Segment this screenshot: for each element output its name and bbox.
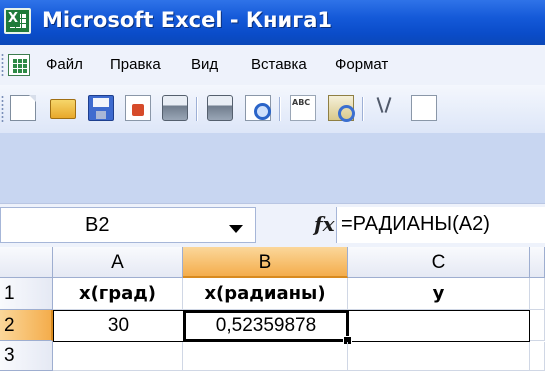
new-icon[interactable] [10, 95, 36, 121]
window-title: Microsoft Excel - Книга1 [42, 8, 333, 32]
menu-view[interactable]: Вид [191, 56, 218, 73]
name-box[interactable]: B2 [0, 207, 256, 243]
menubar-grip[interactable] [1, 53, 4, 77]
fx-icon[interactable]: fx [314, 212, 335, 236]
column-header-b[interactable]: B [183, 247, 348, 278]
cell-b1[interactable]: x(радианы) [183, 278, 348, 310]
chevron-down-icon[interactable] [229, 225, 243, 233]
name-box-value: B2 [85, 214, 110, 236]
permission-icon[interactable] [125, 95, 151, 121]
row-header-3[interactable]: 3 [0, 341, 53, 371]
cell-b3[interactable] [183, 342, 348, 371]
cell-c1[interactable]: y [348, 278, 530, 310]
column-header-c[interactable]: C [348, 247, 530, 278]
print-icon[interactable] [207, 95, 233, 121]
cell-d2[interactable] [530, 310, 545, 341]
spelling-icon[interactable] [290, 95, 316, 121]
title-bar: Microsoft Excel - Книга1 [0, 0, 545, 45]
cell-a3[interactable] [53, 342, 183, 371]
save-icon[interactable] [88, 95, 114, 121]
active-cell-outline [183, 310, 352, 345]
print-icon[interactable] [162, 95, 188, 121]
toolbar-separator [279, 97, 281, 121]
excel-app-icon[interactable] [4, 8, 31, 34]
cell-c2[interactable] [348, 310, 530, 342]
cell-d3[interactable] [530, 342, 545, 371]
toolbar-separator [362, 97, 364, 121]
toolbar-grip[interactable] [1, 95, 4, 123]
standard-toolbar [0, 85, 545, 133]
research-icon[interactable] [328, 95, 355, 122]
cell-c3[interactable] [348, 342, 530, 371]
select-all-corner[interactable] [0, 247, 53, 278]
cell-a2[interactable]: 30 [53, 310, 184, 342]
formula-input[interactable]: =РАДИАНЫ(A2) [336, 207, 545, 243]
menu-edit[interactable]: Правка [110, 56, 161, 73]
copy-icon[interactable] [411, 95, 437, 121]
column-header-a[interactable]: A [53, 247, 183, 278]
column-header-d[interactable] [530, 247, 545, 278]
menu-format[interactable]: Формат [335, 56, 388, 73]
menu-insert[interactable]: Вставка [251, 56, 307, 73]
cut-icon[interactable] [373, 95, 399, 121]
print-preview-icon[interactable] [245, 95, 271, 121]
row-header-1[interactable]: 1 [0, 278, 53, 310]
formula-text: =РАДИАНЫ(A2) [341, 213, 490, 235]
menu-file[interactable]: Файл [46, 56, 83, 73]
worksheet-grid: A B C 1 2 3 x(град) x(радианы) y 30 0,52… [0, 247, 545, 371]
toolbar-area [0, 133, 545, 203]
cell-d1[interactable] [530, 278, 545, 310]
workbook-control-icon[interactable] [8, 54, 30, 76]
cell-a1[interactable]: x(град) [53, 278, 183, 310]
toolbar-separator [196, 97, 198, 121]
row-header-2[interactable]: 2 [0, 310, 53, 341]
menu-bar: Файл Правка Вид Вставка Формат [0, 45, 545, 85]
formula-bar: B2 fx =РАДИАНЫ(A2) [0, 203, 545, 247]
open-icon[interactable] [50, 99, 76, 119]
